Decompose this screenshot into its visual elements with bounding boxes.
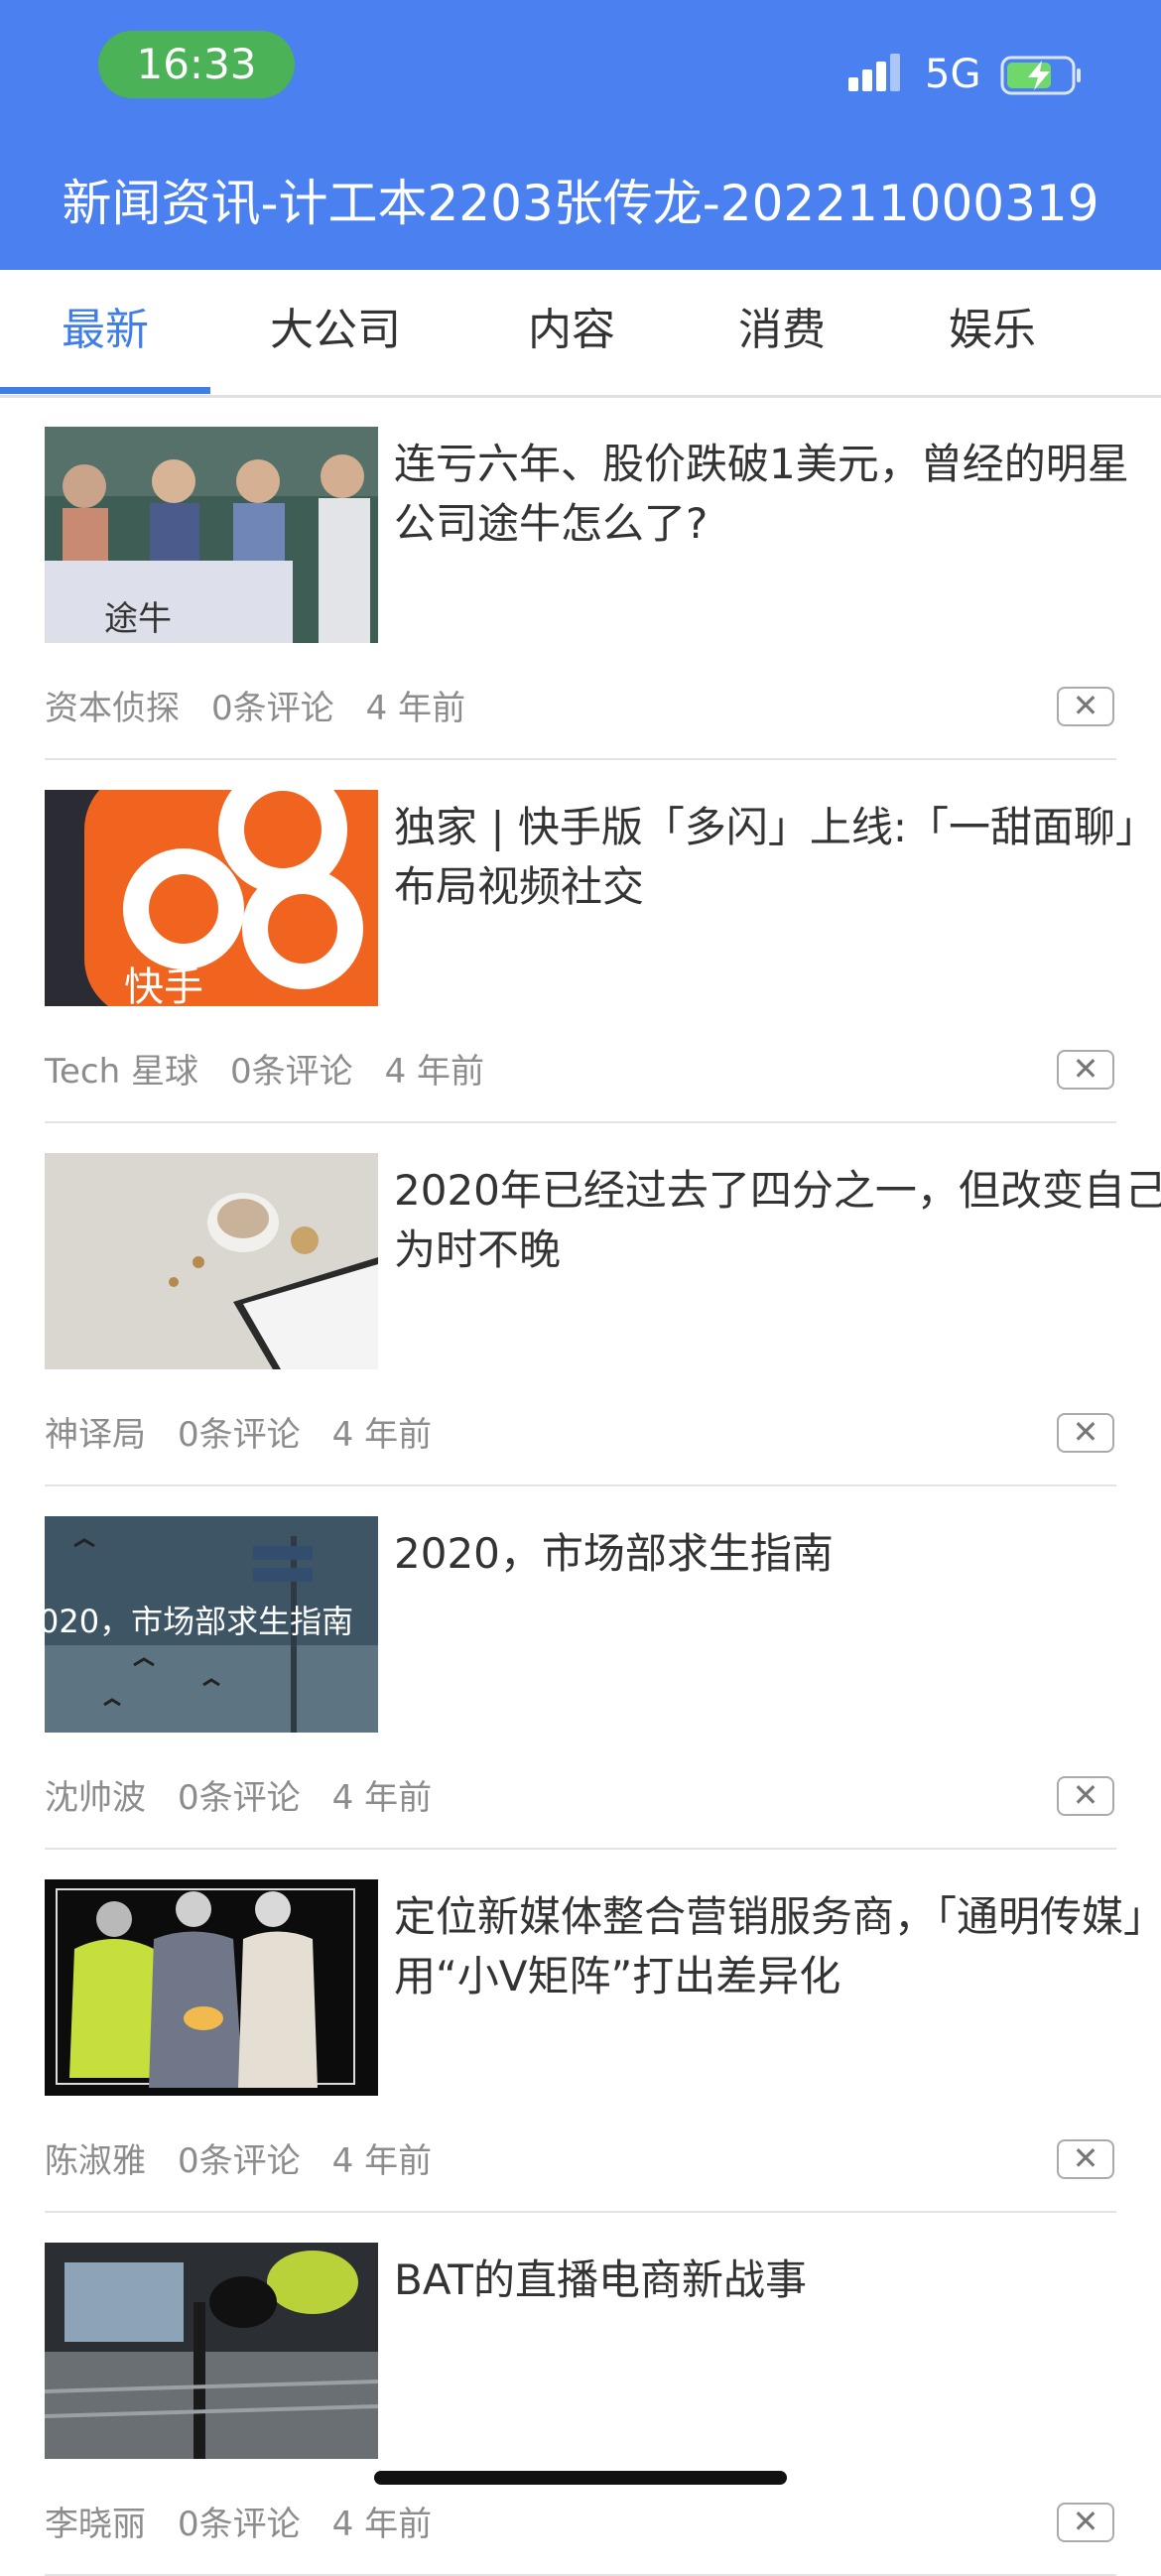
page-title: 新闻资讯-计工本2203张传龙-202211000319 (62, 175, 1099, 232)
news-meta: 沈帅波 0条评论 4 年前 (45, 1768, 463, 1828)
app-header: 16:33 5G 新闻资讯-计工本2203张传龙-202211000319 (0, 0, 1161, 270)
news-source: 陈淑雅 (45, 2141, 146, 2181)
news-source: Tech 星球 (45, 1052, 198, 1092)
tab-big-companies[interactable]: 大公司 (230, 270, 441, 395)
news-time: 4 年前 (331, 1415, 433, 1455)
status-time: 16:33 (98, 31, 295, 98)
dismiss-button[interactable]: ✕ (1057, 2139, 1114, 2179)
news-time: 4 年前 (331, 2141, 433, 2181)
news-title[interactable]: 连亏六年、股价跌破1美元，曾经的明星公司途牛怎么了? (394, 435, 1161, 554)
network-label: 5G (925, 52, 981, 97)
thumbnail-caption: 途牛 (104, 599, 172, 639)
news-thumbnail[interactable]: 途牛 (45, 427, 378, 643)
news-meta: Tech 星球 0条评论 4 年前 (45, 1042, 516, 1101)
news-item[interactable]: 途牛 连亏六年、股价跌破1美元，曾经的明星公司途牛怎么了? 资本侦探 0条评论 4 … (45, 395, 1129, 760)
news-thumbnail[interactable] (45, 1879, 378, 2096)
news-meta: 资本侦探 0条评论 4 年前 (45, 679, 497, 738)
news-title[interactable]: BAT的直播电商新战事 (394, 2251, 1161, 2310)
dismiss-button[interactable]: ✕ (1057, 1413, 1114, 1453)
tab-content[interactable]: 内容 (466, 270, 677, 395)
news-time: 4 年前 (365, 689, 466, 728)
news-comments: 0条评论 (178, 2505, 301, 2544)
battery-charging-icon (1000, 56, 1081, 95)
dismiss-button[interactable]: ✕ (1057, 2503, 1114, 2542)
signal-bars-icon (848, 54, 900, 91)
dismiss-button[interactable]: ✕ (1057, 1776, 1114, 1816)
news-time: 4 年前 (384, 1052, 485, 1092)
news-comments: 0条评论 (229, 1052, 353, 1092)
news-comments: 0条评论 (178, 2141, 301, 2181)
news-meta: 陈淑雅 0条评论 4 年前 (45, 2131, 463, 2191)
news-title[interactable]: 定位新媒体整合营销服务商，「通明传媒」用“小V矩阵”打出差异化 (394, 1887, 1161, 2006)
news-meta: 李晓丽 0条评论 4 年前 (45, 2495, 463, 2554)
news-item[interactable]: 定位新媒体整合营销服务商，「通明传媒」用“小V矩阵”打出差异化 陈淑雅 0条评论 4… (45, 1848, 1161, 2213)
news-thumbnail[interactable] (45, 2243, 378, 2459)
news-source: 沈帅波 (45, 1778, 146, 1818)
dismiss-button[interactable]: ✕ (1057, 1050, 1114, 1090)
active-tab-indicator (0, 387, 210, 394)
category-tabs: 最新 大公司 内容 消费 娱乐 (0, 270, 1161, 398)
news-item[interactable]: 2020年已经过去了四分之一，但改变自己为时不晚 神译局 0条评论 4 年前 ✕ (45, 1121, 1161, 1486)
news-source: 神译局 (45, 1415, 146, 1455)
news-comments: 0条评论 (178, 1415, 301, 1455)
news-item[interactable]: 020，市场部求生指南 2020，市场部求生指南 沈帅波 0条评论 4 年前 ✕ (45, 1484, 1116, 1850)
tab-entertainment[interactable]: 娱乐 (887, 270, 1097, 395)
news-title[interactable]: 独家 | 快手版「多闪」上线:「一甜面聊」布局视频社交 (394, 798, 1161, 917)
thumbnail-caption: 快手 (124, 965, 203, 1006)
news-thumbnail[interactable]: 020，市场部求生指南 (45, 1516, 378, 1733)
news-meta: 神译局 0条评论 4 年前 (45, 1405, 463, 1465)
news-title[interactable]: 2020年已经过去了四分之一，但改变自己为时不晚 (394, 1161, 1161, 1280)
home-indicator[interactable] (374, 2471, 787, 2485)
news-item[interactable]: 快手 独家 | 快手版「多闪」上线:「一甜面聊」布局视频社交 Tech 星球 0条… (45, 758, 1157, 1123)
news-comments: 0条评论 (178, 1778, 301, 1818)
news-thumbnail[interactable] (45, 1153, 378, 1369)
tab-consumption[interactable]: 消费 (677, 270, 887, 395)
news-title[interactable]: 2020，市场部求生指南 (394, 1524, 1161, 1584)
news-source: 资本侦探 (45, 689, 180, 728)
news-comments: 0条评论 (211, 689, 334, 728)
tab-latest[interactable]: 最新 (0, 270, 210, 395)
news-item[interactable]: BAT的直播电商新战事 李晓丽 0条评论 4 年前 ✕ (45, 2211, 1116, 2576)
thumbnail-caption: 020，市场部求生指南 (45, 1603, 353, 1640)
news-time: 4 年前 (331, 2505, 433, 2544)
news-time: 4 年前 (331, 1778, 433, 1818)
news-thumbnail[interactable]: 快手 (45, 790, 378, 1006)
dismiss-button[interactable]: ✕ (1057, 687, 1114, 726)
news-source: 李晓丽 (45, 2505, 146, 2544)
